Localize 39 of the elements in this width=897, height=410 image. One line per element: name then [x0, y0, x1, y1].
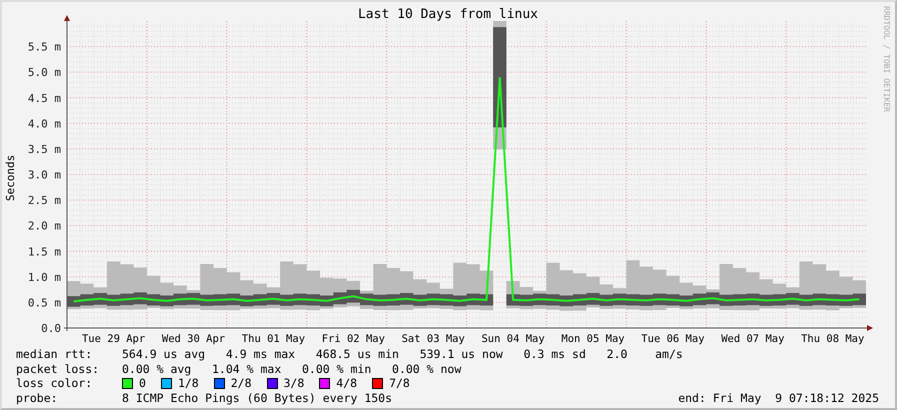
swatch-label: 2/8: [230, 376, 252, 390]
y-tick-label: 2.0 m: [28, 220, 61, 233]
x-tick-label: Thu 08 May: [801, 333, 864, 345]
x-tick-label: Wed 30 Apr: [162, 333, 226, 345]
x-tick-label: Thu 01 May: [242, 333, 306, 345]
legend-label: loss color:: [16, 376, 94, 390]
legend-label: median rtt:: [16, 347, 94, 362]
x-tick-label: Tue 06 May: [641, 333, 705, 345]
legend-text: 8 ICMP Echo Pings (60 Bytes) every 150s: [122, 390, 392, 405]
x-tick-label: Mon 05 May: [561, 333, 625, 345]
y-tick-label: 1.5 m: [28, 245, 61, 258]
x-tick-label: Fri 02 May: [322, 333, 385, 345]
swatch-label: 7/8: [389, 376, 410, 390]
y-tick-label: 4.0 m: [28, 117, 61, 130]
end-time: end: Fri May 9 07:18:12 2025: [678, 390, 879, 405]
y-axis-title: Seconds: [4, 154, 17, 202]
y-tick-label: 2.5 m: [28, 194, 61, 208]
legend-label: packet loss:: [16, 362, 100, 376]
swatch-label: 1/8: [178, 376, 199, 390]
y-tick-label: 5.0 m: [28, 66, 61, 80]
swatch-label: 3/8: [284, 376, 304, 390]
x-tick-label: Wed 07 May: [721, 333, 784, 345]
x-tick-label: Tue 29 Apr: [82, 333, 146, 345]
x-tick-label: Sun 04 May: [482, 333, 545, 345]
swatch-label: 0: [139, 376, 146, 390]
swatch-label: 4/8: [336, 376, 358, 390]
y-tick-label: 1.0 m: [28, 270, 61, 284]
y-tick-label: 3.0 m: [28, 168, 61, 182]
legend-text: 0.00 % avg 1.04 % max 0.00 % min 0.00 % now: [122, 362, 462, 376]
y-tick-label: 4.5 m: [28, 92, 61, 105]
legend-label: probe:: [16, 390, 59, 405]
y-tick-label: 0.5 m: [28, 296, 61, 310]
chart-title: Last 10 Days from linux: [358, 7, 538, 22]
y-tick-label: 5.5 m: [28, 40, 61, 54]
y-tick-label: 3.5 m: [28, 142, 61, 156]
x-tick-label: Sat 03 May: [402, 333, 465, 345]
legend-text: 564.9 us avg 4.9 ms max 468.5 us min 539.1 us now 0.3 ms sd 2.0 am/s: [122, 347, 683, 362]
y-tick-label: 0.0: [41, 322, 61, 335]
credit-text: RRDTOOL / TOBI OETIKER: [882, 6, 891, 112]
